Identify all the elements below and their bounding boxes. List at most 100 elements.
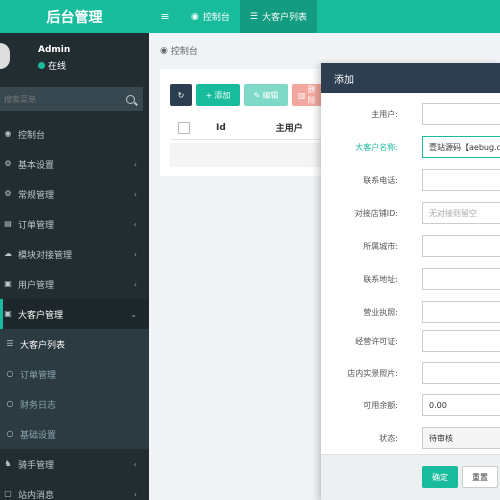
user-panel: Admin 在线 xyxy=(0,33,149,81)
store-photos-field[interactable] xyxy=(422,362,500,384)
refresh-button[interactable]: ↻ xyxy=(170,84,192,106)
table-toolbar: ↻ + 添加 ✎ 编辑 ▥ 删除 xyxy=(170,84,322,106)
sidebar-subitem-label: 财务日志 xyxy=(20,400,57,411)
dashboard-icon: ◉ xyxy=(4,129,12,138)
plus-icon: + xyxy=(205,90,213,100)
chevron-left-icon: ‹ xyxy=(133,279,137,289)
sidebar-subitem-key-account-list[interactable]: ☰ 大客户列表 xyxy=(0,329,149,359)
cloud-icon: ☁ xyxy=(4,249,12,258)
address-field[interactable] xyxy=(422,268,500,290)
column-header-id[interactable]: Id xyxy=(216,123,226,133)
refresh-icon: ↻ xyxy=(177,90,185,100)
sidebar-item-users[interactable]: ▣ 用户管理 ‹ xyxy=(0,269,149,299)
field-label: 主用户: xyxy=(371,109,398,119)
user-icon: ▣ xyxy=(4,279,12,288)
sidebar-item-riders[interactable]: ♞ 骑手管理 ‹ xyxy=(0,449,149,479)
field-label: 联系地址: xyxy=(363,274,398,284)
delete-button[interactable]: ▥ 删除 xyxy=(292,84,322,106)
chevron-down-icon: ⌄ xyxy=(130,309,137,319)
operating-permit-field[interactable] xyxy=(422,330,500,352)
circle-icon: ○ xyxy=(6,369,14,378)
sidebar-item-general[interactable]: ⚙ 常规管理 ‹ xyxy=(0,179,149,209)
form-row-city: 所属城市: xyxy=(321,234,500,258)
select-all-checkbox[interactable] xyxy=(178,121,190,134)
trash-icon: ▥ xyxy=(298,90,306,100)
form-row-phone: 联系电话: xyxy=(321,168,500,192)
dashboard-icon: ◉ xyxy=(191,11,199,22)
chevron-left-icon: ‹ xyxy=(133,459,137,469)
form-row-address: 联系地址: xyxy=(321,267,500,291)
search-icon[interactable] xyxy=(126,94,135,104)
gear-icon: ⚙ xyxy=(4,159,12,168)
sidebar-menu: ◉ 控制台 ⚙ 基本设置 ‹ ⚙ 常规管理 ‹ ▤ 订单管理 ‹ ☁ 模块对接管理 ‹ ▣… xyxy=(0,119,149,500)
menu-search-input[interactable] xyxy=(4,94,104,104)
chevron-left-icon: ‹ xyxy=(133,159,137,169)
chevron-left-icon: ‹ xyxy=(133,219,137,229)
tab-key-account-list[interactable]: ☰ 大客户列表 xyxy=(239,0,317,33)
main-user-field[interactable] xyxy=(422,103,500,125)
add-dialog: 添加 主用户: 大客户名称: 壹站源码【aebug.com】 联系电话: 对接店… xyxy=(321,63,500,500)
dialog-footer: 确定 重置 xyxy=(321,454,500,500)
dialog-title[interactable]: 添加 xyxy=(321,63,500,93)
column-header-main-user[interactable]: 主用户 xyxy=(276,121,303,134)
circle-icon: ○ xyxy=(6,429,14,438)
tab-label: 大客户列表 xyxy=(261,13,307,23)
add-button[interactable]: + 添加 xyxy=(196,84,240,106)
field-label: 营业执照: xyxy=(363,307,398,317)
sidebar-item-orders[interactable]: ▤ 订单管理 ‹ xyxy=(0,209,149,239)
field-label: 大客户名称: xyxy=(355,142,398,152)
list-icon: ☰ xyxy=(6,339,14,348)
message-icon: ▢ xyxy=(4,489,12,498)
table-header: Id 主用户 xyxy=(170,116,330,140)
tab-label: 控制台 xyxy=(202,13,230,23)
sidebar-subitem-basic-settings[interactable]: ○ 基础设置 xyxy=(0,419,149,449)
sidebar-item-dashboard[interactable]: ◉ 控制台 xyxy=(0,119,149,149)
field-label: 可用余额: xyxy=(363,400,398,410)
field-label: 联系电话: xyxy=(363,175,398,185)
store-id-field[interactable]: 无对接则留空 xyxy=(422,202,500,224)
add-button-label: 添加 xyxy=(214,90,231,100)
sidebar-item-label: 骑手管理 xyxy=(18,460,55,471)
phone-field[interactable] xyxy=(422,169,500,191)
form-row-main-user: 主用户: xyxy=(321,102,500,126)
sidebar-item-basic-settings[interactable]: ⚙ 基本设置 ‹ xyxy=(0,149,149,179)
user-status: 在线 xyxy=(38,59,66,72)
field-label: 所属城市: xyxy=(363,241,398,251)
sidebar-item-label: 模块对接管理 xyxy=(18,250,73,261)
menu-search xyxy=(0,87,143,111)
sidebar-subitem-orders[interactable]: ○ 订单管理 xyxy=(0,359,149,389)
rider-icon: ♞ xyxy=(4,459,12,468)
form-row-store-photos: 店内实景照片: xyxy=(321,361,500,385)
menu-toggle-icon[interactable]: ≡ xyxy=(149,0,181,33)
file-icon: ▤ xyxy=(4,219,12,228)
confirm-button[interactable]: 确定 xyxy=(422,466,458,488)
app-logo[interactable]: 后台管理 xyxy=(0,0,149,33)
sidebar-item-label: 大客户管理 xyxy=(18,310,64,321)
business-license-field[interactable] xyxy=(422,301,500,323)
tab-dashboard[interactable]: ◉ 控制台 xyxy=(181,0,240,33)
chevron-left-icon: ‹ xyxy=(133,489,137,499)
status-select[interactable]: 待审核 xyxy=(422,427,500,449)
pencil-icon: ✎ xyxy=(253,90,261,100)
sidebar-subitem-label: 大客户列表 xyxy=(20,340,66,351)
breadcrumb-label[interactable]: 控制台 xyxy=(171,44,198,57)
table-empty-row xyxy=(170,143,330,167)
sidebar-item-key-accounts[interactable]: ▣ 大客户管理 ⌄ xyxy=(0,299,149,329)
sidebar-item-label: 用户管理 xyxy=(18,280,55,291)
delete-button-label: 删除 xyxy=(307,85,316,105)
online-dot-icon xyxy=(38,62,45,69)
sidebar-subitem-finance-log[interactable]: ○ 财务日志 xyxy=(0,389,149,419)
sidebar-item-modules[interactable]: ☁ 模块对接管理 ‹ xyxy=(0,239,149,269)
reset-button[interactable]: 重置 xyxy=(462,466,498,488)
user-status-label: 在线 xyxy=(48,62,67,72)
form-row-store-id: 对接店铺ID: 无对接则留空 xyxy=(321,201,500,225)
city-field[interactable] xyxy=(422,235,500,257)
edit-button[interactable]: ✎ 编辑 xyxy=(244,84,288,106)
sidebar-item-messages[interactable]: ▢ 站内消息 ‹ xyxy=(0,479,149,500)
balance-field[interactable]: 0.00 xyxy=(422,394,500,416)
field-label: 店内实景照片: xyxy=(347,368,398,378)
list-icon: ☰ xyxy=(249,11,258,22)
field-label: 状态: xyxy=(379,433,398,443)
breadcrumb: ◉ 控制台 xyxy=(160,44,198,58)
customer-name-field[interactable]: 壹站源码【aebug.com】 xyxy=(422,136,500,158)
